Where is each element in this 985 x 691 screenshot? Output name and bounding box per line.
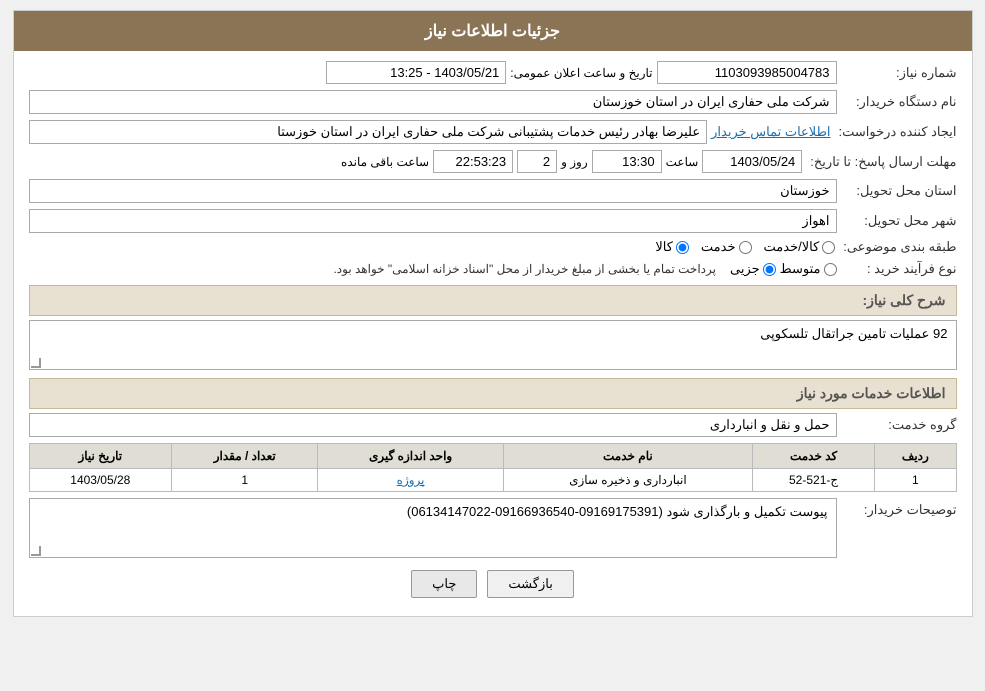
- need-description-label: شرح کلی نیاز:: [862, 292, 945, 308]
- service-group-value: حمل و نقل و انبارداری: [29, 413, 837, 437]
- response-deadline-group: 1403/05/24 ساعت 13:30 روز و 2 22:53:23 س…: [29, 150, 803, 173]
- buyer-org-label: نام دستگاه خریدار:: [837, 94, 957, 110]
- need-number-row: شماره نیاز: 1103093985004783 تاریخ و ساع…: [29, 61, 957, 84]
- cell-service-code: ج-521-52: [752, 469, 874, 492]
- print-button[interactable]: چاپ: [411, 570, 477, 598]
- col-quantity: تعداد / مقدار: [172, 444, 318, 469]
- services-section-label: اطلاعات خدمات مورد نیاز: [797, 385, 946, 401]
- buyer-description-area: پیوست تکمیل و بارگذاری شود (09169175391-…: [29, 498, 837, 558]
- category-radio-3[interactable]: [822, 241, 835, 254]
- category-option-3[interactable]: کالا/خدمت: [764, 239, 836, 255]
- services-table: ردیف کد خدمت نام خدمت واحد اندازه گیری ت…: [29, 443, 957, 492]
- buyer-description-wrapper: پیوست تکمیل و بارگذاری شود (09169175391-…: [29, 498, 837, 558]
- cell-quantity: 1: [172, 469, 318, 492]
- cell-unit: پروژه: [318, 469, 503, 492]
- announcement-date-label: تاریخ و ساعت اعلان عمومی:: [510, 66, 652, 80]
- resize-handle-icon: [31, 358, 41, 368]
- service-group-row: گروه خدمت: حمل و نقل و انبارداری: [29, 413, 957, 437]
- response-remaining-value: 22:53:23: [433, 150, 513, 173]
- buyer-org-value: شرکت ملی حفاری ایران در استان خوزستان: [29, 90, 837, 114]
- need-number-group: 1103093985004783 تاریخ و ساعت اعلان عموم…: [29, 61, 837, 84]
- need-description-section-header: شرح کلی نیاز:: [29, 285, 957, 316]
- buyer-description-value: پیوست تکمیل و بارگذاری شود (09169175391-…: [29, 498, 837, 558]
- purchase-type-option-1[interactable]: جزیی: [730, 261, 776, 277]
- purchase-type-radio-1[interactable]: [763, 263, 776, 276]
- requester-label: ایجاد کننده درخواست:: [831, 124, 957, 140]
- requester-row: ایجاد کننده درخواست: اطلاعات تماس خریدار…: [29, 120, 957, 144]
- content-area: شماره نیاز: 1103093985004783 تاریخ و ساع…: [14, 51, 972, 616]
- buyer-description-label: توصیحات خریدار:: [837, 498, 957, 518]
- table-row: 1 ج-521-52 انبارداری و ذخیره سازی پروژه …: [29, 469, 956, 492]
- response-deadline-label: مهلت ارسال پاسخ: تا تاریخ:: [802, 154, 956, 170]
- delivery-province-row: استان محل تحویل: خوزستان: [29, 179, 957, 203]
- delivery-city-label: شهر محل تحویل:: [837, 213, 957, 229]
- purchase-type-group: متوسط جزیی پرداخت تمام یا بخشی از مبلغ خ…: [29, 261, 837, 277]
- page-header: جزئیات اطلاعات نیاز: [14, 11, 972, 51]
- need-description-value: 92 عملیات تامین جراتقال تلسکوپی: [29, 320, 957, 370]
- category-option-2[interactable]: خدمت: [701, 239, 752, 255]
- page-title: جزئیات اطلاعات نیاز: [425, 23, 560, 40]
- purchase-type-label: نوع فرآیند خرید :: [837, 261, 957, 277]
- cell-row-num: 1: [875, 469, 956, 492]
- delivery-city-value: اهواز: [29, 209, 837, 233]
- services-section-header: اطلاعات خدمات مورد نیاز: [29, 378, 957, 409]
- col-service-code: کد خدمت: [752, 444, 874, 469]
- resize-handle-icon-2: [31, 546, 41, 556]
- category-label: طبقه بندی موضوعی:: [835, 239, 956, 255]
- requester-value: علیرضا بهادر رئیس خدمات پشتیبانی شرکت مل…: [29, 120, 708, 144]
- response-remaining-label: ساعت باقی مانده: [341, 155, 429, 169]
- col-unit: واحد اندازه گیری: [318, 444, 503, 469]
- category-radio-group: کالا/خدمت خدمت کالا: [655, 239, 835, 255]
- response-deadline-row: مهلت ارسال پاسخ: تا تاریخ: 1403/05/24 سا…: [29, 150, 957, 173]
- col-service-name: نام خدمت: [503, 444, 752, 469]
- delivery-province-value: خوزستان: [29, 179, 837, 203]
- buyer-description-row: توصیحات خریدار: پیوست تکمیل و بارگذاری ش…: [29, 498, 957, 558]
- requester-contact-link[interactable]: اطلاعات تماس خریدار: [711, 124, 830, 140]
- response-days-label: روز و: [561, 155, 588, 169]
- category-radio-1[interactable]: [676, 241, 689, 254]
- cell-service-name: انبارداری و ذخیره سازی: [503, 469, 752, 492]
- cell-date: 1403/05/28: [29, 469, 172, 492]
- page-container: جزئیات اطلاعات نیاز شماره نیاز: 11030939…: [13, 10, 973, 617]
- purchase-type-row: نوع فرآیند خرید : متوسط جزیی پرداخت تمام…: [29, 261, 957, 277]
- back-button[interactable]: بازگشت: [487, 570, 573, 598]
- need-number-value: 1103093985004783: [657, 61, 837, 84]
- need-description-area: 92 عملیات تامین جراتقال تلسکوپی: [29, 320, 957, 370]
- category-option-1[interactable]: کالا: [655, 239, 689, 255]
- response-time-value: 13:30: [592, 150, 662, 173]
- purchase-type-radio-2[interactable]: [824, 263, 837, 276]
- category-radio-2[interactable]: [739, 241, 752, 254]
- response-time-label: ساعت: [666, 155, 699, 169]
- col-date: تاریخ نیاز: [29, 444, 172, 469]
- purchase-type-option-2[interactable]: متوسط: [780, 261, 837, 277]
- delivery-province-label: استان محل تحویل:: [837, 183, 957, 199]
- buyer-org-row: نام دستگاه خریدار: شرکت ملی حفاری ایران …: [29, 90, 957, 114]
- announcement-date-value: 1403/05/21 - 13:25: [326, 61, 506, 84]
- delivery-city-row: شهر محل تحویل: اهواز: [29, 209, 957, 233]
- requester-group: اطلاعات تماس خریدار علیرضا بهادر رئیس خد…: [29, 120, 831, 144]
- purchase-type-note: پرداخت تمام یا بخشی از مبلغ خریدار از مح…: [333, 262, 716, 276]
- category-row: طبقه بندی موضوعی: کالا/خدمت خدمت کالا: [29, 239, 957, 255]
- response-date-value: 1403/05/24: [702, 150, 802, 173]
- response-days-value: 2: [517, 150, 557, 173]
- need-number-label: شماره نیاز:: [837, 65, 957, 81]
- service-group-label: گروه خدمت:: [837, 417, 957, 433]
- col-row-num: ردیف: [875, 444, 956, 469]
- buttons-row: چاپ بازگشت: [29, 570, 957, 598]
